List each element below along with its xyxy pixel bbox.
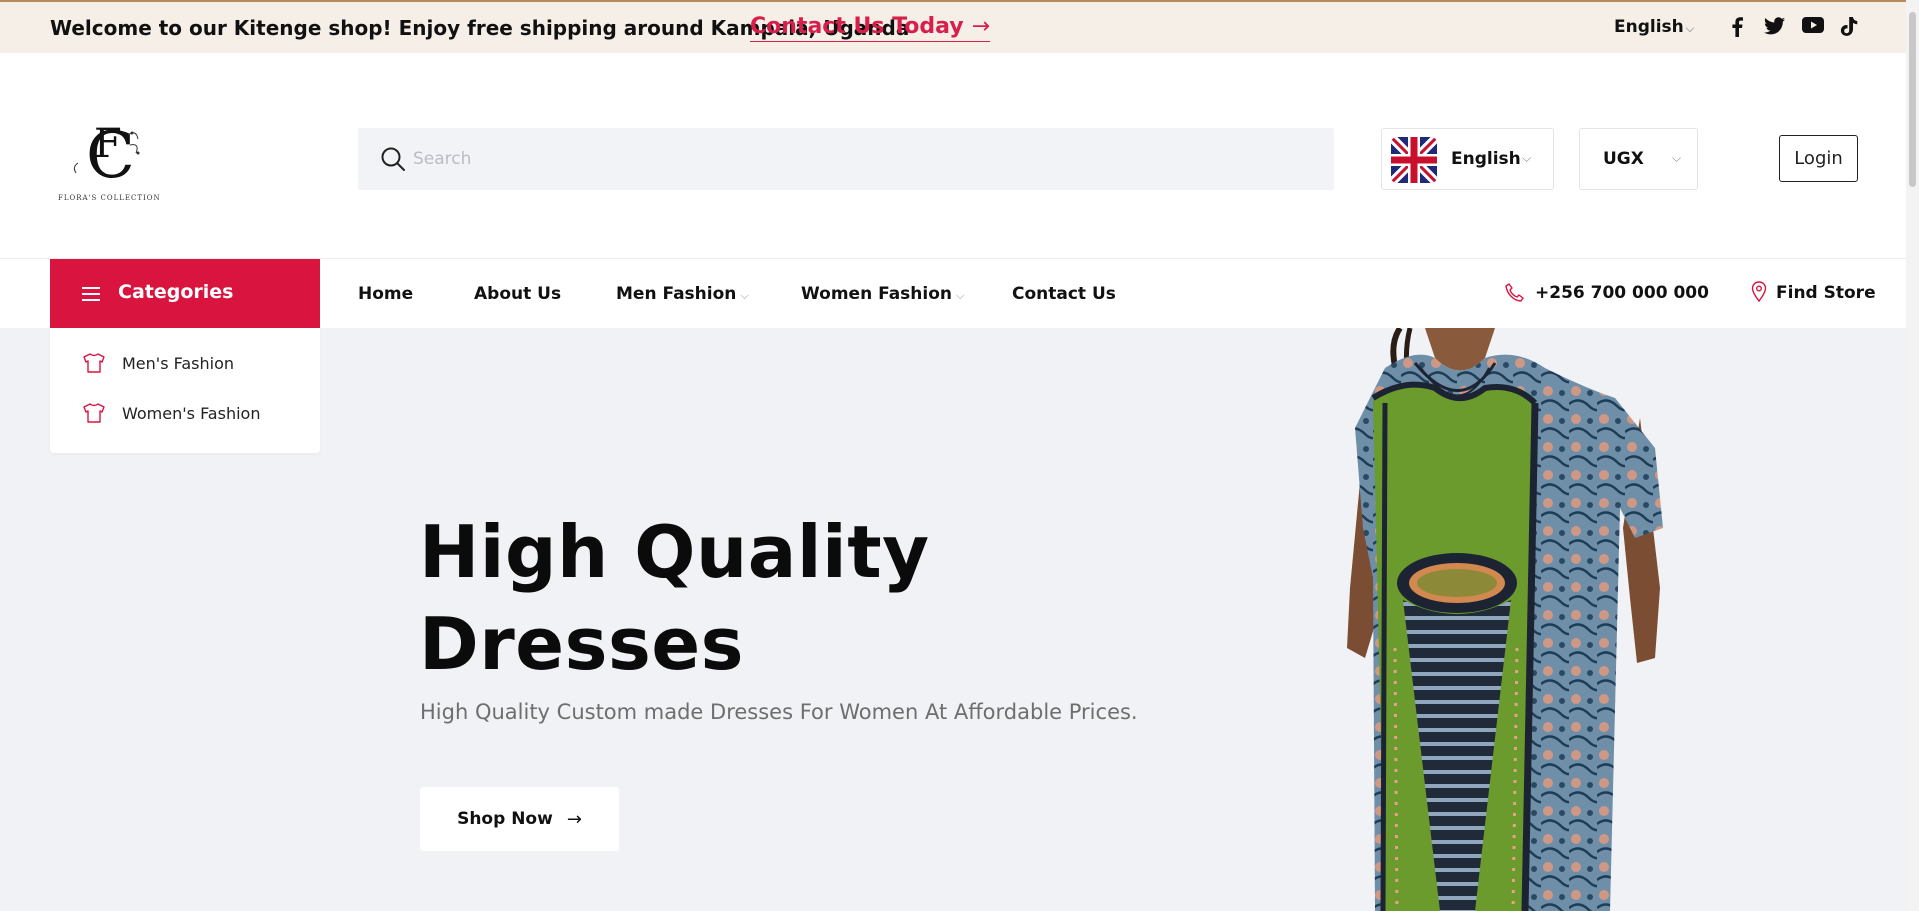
page: Welcome to our Kitenge shop! Enjoy free … <box>0 0 1919 911</box>
facebook-icon[interactable] <box>1731 17 1753 39</box>
hero-banner: Men's Fashion Women's Fashion High Quali… <box>0 328 1906 911</box>
scrollbar-thumb[interactable] <box>1909 12 1916 187</box>
categories-dropdown: Men's Fashion Women's Fashion <box>50 328 320 453</box>
map-pin-icon <box>1751 281 1767 308</box>
contact-link-label: Contact Us Today <box>750 14 964 39</box>
menu-icon <box>82 286 100 305</box>
uk-flag-icon <box>1391 137 1437 183</box>
store-logo[interactable]: C F FLORA'S COLLECTION <box>58 115 176 205</box>
search-icon <box>380 146 406 176</box>
nav-item-home[interactable]: Home <box>358 284 413 304</box>
arrow-right-icon: → <box>566 808 582 830</box>
nav-item-women-fashion[interactable]: Women Fashion ⌵ <box>801 284 964 304</box>
login-button[interactable]: Login <box>1779 135 1858 182</box>
nav-item-label: Contact Us <box>1012 284 1116 304</box>
currency-label: UGX <box>1603 149 1644 169</box>
contact-us-today-link[interactable]: Contact Us Today → <box>750 14 991 42</box>
phone-link[interactable]: +256 700 000 000 <box>1505 283 1709 303</box>
nav-item-label: Women Fashion <box>801 284 953 304</box>
category-item-mens-fashion[interactable]: Men's Fashion <box>82 350 234 380</box>
hero-title-line-1: High Quality <box>419 510 930 594</box>
language-label: English <box>1451 149 1521 169</box>
site-header: C F FLORA'S COLLECTION Search English ⌵ … <box>0 53 1906 259</box>
hero-subtitle: High Quality Custom made Dresses For Wom… <box>420 700 1138 724</box>
top-language-label: English <box>1614 17 1684 37</box>
shop-now-label: Shop Now <box>457 809 553 829</box>
twitter-icon[interactable] <box>1764 17 1786 39</box>
hero-title: High Quality Dresses <box>419 506 979 690</box>
chevron-down-icon: ⌵ <box>1672 151 1682 165</box>
category-label: Men's Fashion <box>122 354 234 373</box>
shirt-icon <box>82 353 106 377</box>
chevron-down-icon: ⌵ <box>956 289 965 302</box>
language-selector[interactable]: English ⌵ <box>1381 128 1554 190</box>
chevron-down-icon: ⌵ <box>1685 22 1695 35</box>
search-input[interactable] <box>413 142 1293 176</box>
chevron-down-icon: ⌵ <box>740 289 749 302</box>
main-navigation: Categories Home About Us Men Fashion ⌵ Wo… <box>0 259 1906 328</box>
announcement-bar: Welcome to our Kitenge shop! Enjoy free … <box>0 0 1906 53</box>
chevron-down-icon: ⌵ <box>1522 151 1532 165</box>
logo-text: FLORA'S COLLECTION <box>58 194 161 202</box>
search-bar[interactable] <box>358 128 1334 190</box>
find-store-link[interactable]: Find Store <box>1751 281 1876 303</box>
currency-selector[interactable]: UGX ⌵ <box>1579 128 1698 190</box>
nav-item-label: About Us <box>474 284 562 304</box>
top-language-selector[interactable]: English ⌵ <box>1614 17 1694 37</box>
page-scrollbar[interactable] <box>1906 0 1919 911</box>
phone-icon <box>1505 283 1525 308</box>
nav-item-men-fashion[interactable]: Men Fashion ⌵ <box>616 284 749 304</box>
categories-label: Categories <box>118 281 234 303</box>
hero-title-line-2: Dresses <box>419 602 745 686</box>
nav-item-contact-us[interactable]: Contact Us <box>1012 284 1116 304</box>
hero-model-image <box>1345 328 1690 911</box>
nav-item-about-us[interactable]: About Us <box>474 284 561 304</box>
categories-button[interactable]: Categories <box>50 259 320 328</box>
find-store-label: Find Store <box>1776 283 1876 303</box>
category-label: Women's Fashion <box>122 404 261 423</box>
shop-now-button[interactable]: Shop Now → <box>420 787 619 851</box>
nav-item-label: Men Fashion <box>616 284 737 304</box>
youtube-icon[interactable] <box>1802 17 1824 39</box>
svg-text:F: F <box>94 121 122 167</box>
arrow-right-icon: → <box>971 14 991 39</box>
phone-number: +256 700 000 000 <box>1535 283 1709 303</box>
category-item-womens-fashion[interactable]: Women's Fashion <box>82 400 260 430</box>
nav-item-label: Home <box>358 284 414 304</box>
tiktok-icon[interactable] <box>1840 17 1862 39</box>
shirt-icon <box>82 403 106 427</box>
